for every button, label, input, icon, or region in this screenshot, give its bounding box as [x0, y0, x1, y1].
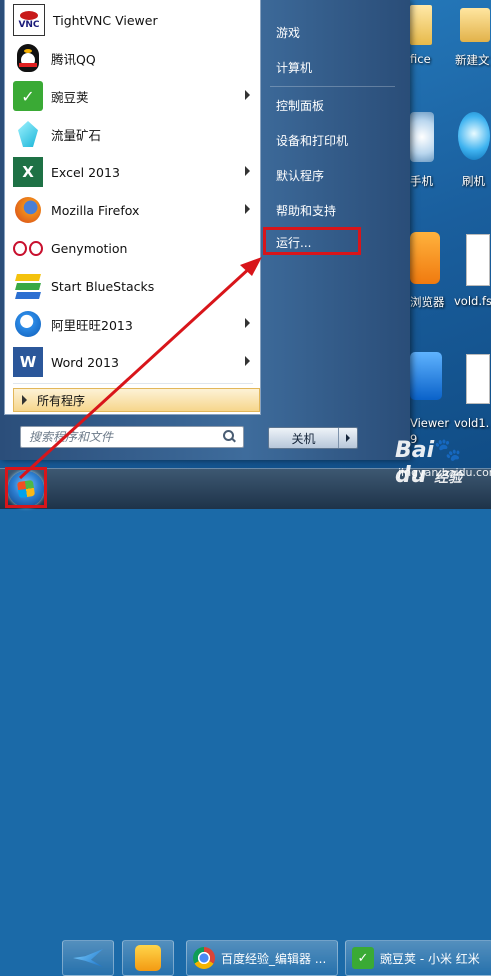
- file-icon-2[interactable]: [466, 354, 490, 404]
- taskbar-button-wandoujia[interactable]: ✓ 豌豆荚 - 小米 红米: [345, 940, 491, 976]
- submenu-arrow-icon[interactable]: [245, 90, 250, 100]
- program-label: 阿里旺旺2013: [51, 317, 133, 333]
- program-item-firefox[interactable]: Mozilla Firefox: [5, 191, 260, 229]
- baidu-watermark: Bai🐾du 经验: [395, 438, 463, 488]
- qq-penguin-icon: [13, 43, 43, 73]
- crystal-icon: [13, 119, 43, 149]
- desktop-label-viewer: Viewer: [410, 416, 450, 430]
- taskbar-button-chrome[interactable]: 百度经验_编辑器 ...: [186, 940, 338, 976]
- menu-item-help-support[interactable]: 帮助和支持: [268, 197, 398, 223]
- menu-item-games[interactable]: 游戏: [268, 19, 398, 45]
- program-item-word[interactable]: W Word 2013: [5, 343, 260, 381]
- submenu-arrow-icon[interactable]: [245, 356, 250, 366]
- shutdown-options-chevron-icon[interactable]: [339, 428, 357, 448]
- desktop-label-flash: 刷机: [462, 174, 485, 188]
- folder-icon[interactable]: [460, 8, 490, 42]
- submenu-arrow-icon[interactable]: [245, 318, 250, 328]
- chrome-icon: [193, 947, 215, 969]
- search-input[interactable]: [21, 429, 221, 445]
- program-label: Mozilla Firefox: [51, 202, 140, 218]
- program-item-qq[interactable]: 腾讯QQ: [5, 39, 260, 77]
- program-item-tightvnc[interactable]: VNC TightVNC Viewer: [5, 1, 260, 39]
- wandoujia-icon: ✓: [13, 81, 43, 111]
- shutdown-button[interactable]: 关机: [268, 427, 358, 449]
- divider: [13, 383, 253, 384]
- word-icon: W: [13, 347, 43, 377]
- run-highlight-annotation: [263, 227, 361, 255]
- paw-icon: 🐾: [434, 438, 462, 463]
- taskbar-button-label: 百度经验_编辑器 ...: [221, 951, 327, 966]
- desktop-label-browser: 浏览器: [410, 295, 445, 309]
- flash-tool-icon[interactable]: [458, 112, 490, 160]
- genymotion-icon: [13, 233, 43, 263]
- desktop-icon-office[interactable]: [410, 5, 432, 45]
- shutdown-label[interactable]: 关机: [269, 428, 339, 448]
- program-label: Genymotion: [51, 240, 128, 256]
- desktop-label-new-file: 新建文: [455, 53, 490, 67]
- wandoujia-icon: ✓: [352, 947, 374, 969]
- menu-item-devices-printers[interactable]: 设备和打印机: [268, 127, 398, 153]
- program-label: TightVNC Viewer: [53, 12, 158, 28]
- aliwangwang-icon: [13, 309, 43, 339]
- desktop-label-voldfs: vold.fs: [454, 294, 491, 308]
- all-programs-arrow-icon: [22, 395, 27, 405]
- uc-browser-icon[interactable]: [410, 232, 440, 284]
- divider: [270, 86, 395, 87]
- menu-item-control-panel[interactable]: 控制面板: [268, 92, 398, 118]
- taskbar-button-label: 豌豆荚 - 小米 红米: [380, 951, 480, 966]
- bluestacks-icon: [13, 271, 43, 301]
- tightvnc-eye-icon: [20, 10, 38, 20]
- excel-icon: X: [13, 157, 43, 187]
- baidu-watermark-url: jingyan.baidu.com: [398, 466, 491, 479]
- taskbar-button-bird[interactable]: [62, 940, 114, 976]
- program-item-crystal[interactable]: 流量矿石: [5, 115, 260, 153]
- menu-item-default-programs[interactable]: 默认程序: [268, 162, 398, 188]
- program-label: Word 2013: [51, 354, 119, 370]
- bird-icon: [73, 949, 103, 967]
- start-highlight-annotation: [5, 467, 47, 508]
- file-icon[interactable]: [466, 234, 490, 286]
- firefox-icon: [13, 195, 43, 225]
- program-label: Start BlueStacks: [51, 278, 155, 294]
- program-label: 流量矿石: [51, 127, 102, 143]
- desktop-label-office: fice: [410, 52, 431, 66]
- pps-icon: [135, 945, 161, 971]
- desktop-label-phone: 手机: [410, 174, 433, 188]
- program-item-genymotion[interactable]: Genymotion: [5, 229, 260, 267]
- taskbar-button-pps[interactable]: [122, 940, 174, 976]
- program-list-pane: VNC TightVNC Viewer 腾讯QQ ✓ 豌豆荚 流量矿石 X Ex…: [4, 0, 261, 415]
- menu-item-computer[interactable]: 计算机: [268, 54, 398, 80]
- search-icon[interactable]: [221, 429, 237, 445]
- program-item-wandoujia[interactable]: ✓ 豌豆荚: [5, 77, 260, 115]
- tightvnc-icon-label: VNC: [18, 19, 40, 30]
- desktop-label-vold1: vold1.: [454, 416, 490, 430]
- submenu-arrow-icon[interactable]: [245, 166, 250, 176]
- program-label: Excel 2013: [51, 164, 120, 180]
- program-item-bluestacks[interactable]: Start BlueStacks: [5, 267, 260, 305]
- program-label: 腾讯QQ: [51, 51, 96, 67]
- all-programs-label: 所有程序: [37, 393, 86, 408]
- program-label: 豌豆荚: [51, 89, 89, 105]
- submenu-arrow-icon[interactable]: [245, 204, 250, 214]
- phone-icon[interactable]: [410, 112, 434, 162]
- tightvnc-icon: VNC: [13, 4, 45, 36]
- program-item-excel[interactable]: X Excel 2013: [5, 153, 260, 191]
- program-item-aliwangwang[interactable]: 阿里旺旺2013: [5, 305, 260, 343]
- teamviewer-icon[interactable]: [410, 352, 442, 400]
- search-box[interactable]: [20, 426, 244, 448]
- all-programs-button[interactable]: 所有程序: [13, 388, 260, 412]
- start-menu: VNC TightVNC Viewer 腾讯QQ ✓ 豌豆荚 流量矿石 X Ex…: [0, 0, 410, 460]
